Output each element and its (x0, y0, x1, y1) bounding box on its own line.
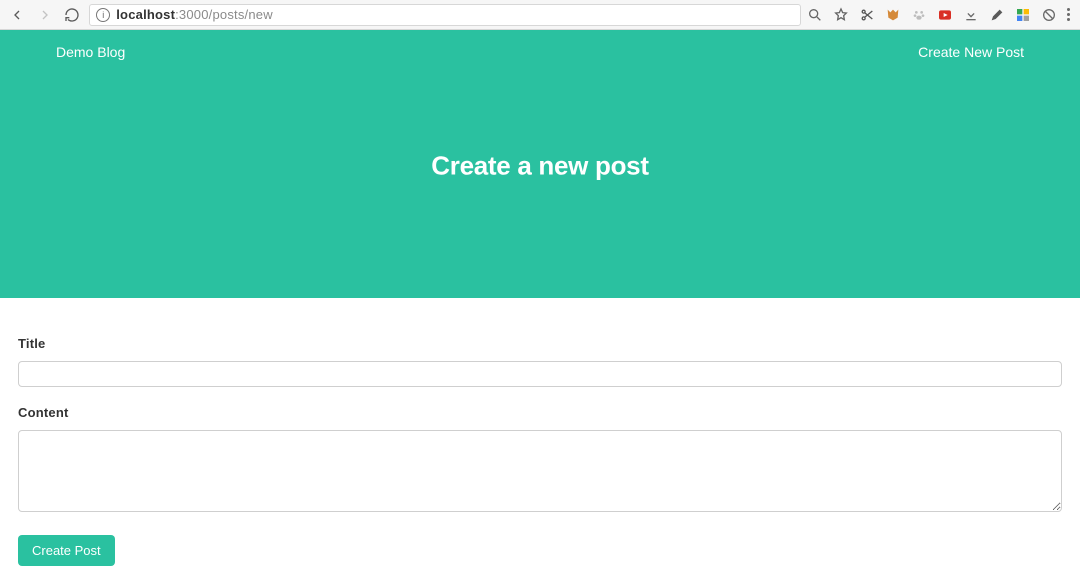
toolbar-right (807, 7, 1074, 23)
back-button[interactable] (6, 4, 28, 26)
extension-block-icon[interactable] (1041, 7, 1057, 23)
forward-button[interactable] (34, 4, 56, 26)
browser-menu-button[interactable] (1067, 8, 1070, 21)
create-post-button[interactable]: Create Post (18, 535, 115, 566)
title-input[interactable] (18, 361, 1062, 387)
brand-link[interactable]: Demo Blog (56, 44, 125, 60)
browser-toolbar: i localhost:3000/posts/new (0, 0, 1080, 30)
content-textarea[interactable] (18, 430, 1062, 512)
zoom-icon[interactable] (807, 7, 823, 23)
url-bar[interactable]: i localhost:3000/posts/new (89, 4, 801, 26)
title-label: Title (18, 336, 1062, 351)
site-nav: Demo Blog Create New Post (0, 30, 1080, 60)
bookmark-star-icon[interactable] (833, 7, 849, 23)
create-post-link[interactable]: Create New Post (918, 44, 1024, 60)
reload-button[interactable] (62, 4, 84, 26)
extension-youtube-icon[interactable] (937, 7, 953, 23)
page-title: Create a new post (431, 150, 648, 181)
url-text: localhost:3000/posts/new (116, 7, 273, 22)
page-hero: Demo Blog Create New Post Create a new p… (0, 30, 1080, 298)
extension-grid-icon[interactable] (1015, 7, 1031, 23)
site-info-icon[interactable]: i (96, 8, 110, 22)
new-post-form: Title Content Create Post (0, 298, 1080, 566)
extension-pencil-icon[interactable] (989, 7, 1005, 23)
extension-paw-icon[interactable] (911, 7, 927, 23)
download-icon[interactable] (963, 7, 979, 23)
content-label: Content (18, 405, 1062, 420)
extension-fox-icon[interactable] (885, 7, 901, 23)
extension-scissors-icon[interactable] (859, 7, 875, 23)
